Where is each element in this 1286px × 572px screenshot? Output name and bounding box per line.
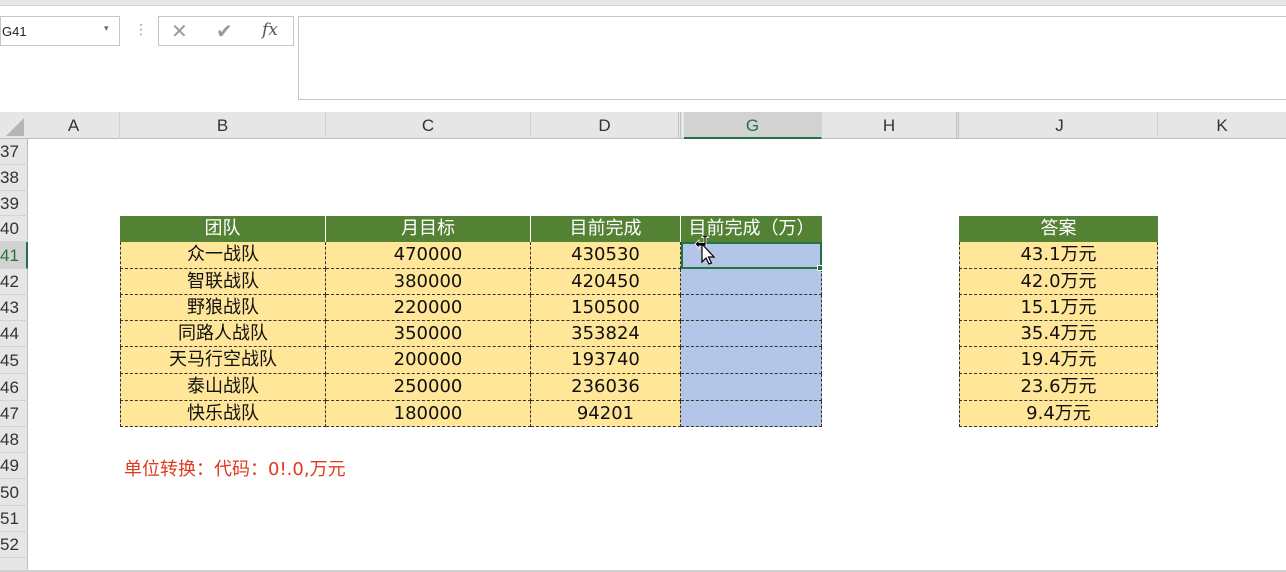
dropdown-icon[interactable]: ▾ <box>104 24 109 34</box>
table-header-done[interactable]: 目前完成 <box>531 216 681 242</box>
unit-conversion-note[interactable]: 单位转换：代码：0!.0,万元 <box>124 455 346 481</box>
row-header-51[interactable]: 51 <box>0 506 28 532</box>
row-header-42[interactable]: 42 <box>0 269 28 295</box>
column-header-k[interactable]: K <box>1158 112 1286 139</box>
row-header-47[interactable]: 47 <box>0 401 28 427</box>
cell-done[interactable]: 430530 <box>531 242 681 269</box>
cell-team[interactable]: 野狼战队 <box>120 295 326 321</box>
cell-done[interactable]: 236036 <box>531 374 681 401</box>
column-header-a[interactable]: A <box>28 112 120 139</box>
column-header-b[interactable]: B <box>120 112 326 139</box>
formula-bar-resize-handle[interactable]: ⋮ <box>134 22 148 38</box>
column-header-c[interactable]: C <box>326 112 531 139</box>
name-box-value: G41 <box>2 24 27 39</box>
row-header-38[interactable]: 38 <box>0 165 28 191</box>
row-header-52[interactable]: 52 <box>0 532 28 558</box>
cell-team[interactable]: 泰山战队 <box>120 374 326 401</box>
answer-cell[interactable]: 15.1万元 <box>959 295 1158 321</box>
cell-done-wan[interactable] <box>681 347 822 374</box>
answer-cell[interactable]: 9.4万元 <box>959 401 1158 427</box>
column-header-g[interactable]: G <box>684 112 822 139</box>
cell-done[interactable]: 150500 <box>531 295 681 321</box>
cell-done-wan[interactable] <box>681 295 822 321</box>
cell-done-wan[interactable] <box>681 269 822 295</box>
cell-team[interactable]: 快乐战队 <box>120 401 326 427</box>
cell-target[interactable]: 350000 <box>326 321 531 347</box>
row-header-44[interactable]: 44 <box>0 321 28 347</box>
cell-done[interactable]: 193740 <box>531 347 681 374</box>
cell-done[interactable]: 420450 <box>531 269 681 295</box>
cell-done-wan[interactable] <box>681 401 822 427</box>
cell-target[interactable]: 180000 <box>326 401 531 427</box>
cell-done[interactable]: 94201 <box>531 401 681 427</box>
row-header-37[interactable]: 37 <box>0 139 28 165</box>
table-header-target[interactable]: 月目标 <box>326 216 531 242</box>
row-header-50[interactable]: 50 <box>0 479 28 506</box>
table-header-team[interactable]: 团队 <box>120 216 326 242</box>
answer-cell[interactable]: 19.4万元 <box>959 347 1158 374</box>
row-header-45[interactable]: 45 <box>0 347 28 374</box>
confirm-icon[interactable]: ✔ <box>216 19 233 43</box>
formula-input[interactable] <box>298 16 1286 100</box>
mouse-cursor-icon <box>694 236 716 265</box>
row-header-46[interactable]: 46 <box>0 374 28 401</box>
cell-team[interactable]: 众一战队 <box>120 242 326 269</box>
answer-cell[interactable]: 23.6万元 <box>959 374 1158 401</box>
column-header-j[interactable]: J <box>962 112 1158 139</box>
cell-done-wan[interactable] <box>681 374 822 401</box>
cell-target[interactable]: 470000 <box>326 242 531 269</box>
function-icon[interactable]: fx <box>262 20 278 40</box>
fill-handle[interactable] <box>817 265 823 271</box>
cell-done[interactable]: 353824 <box>531 321 681 347</box>
ribbon-strip <box>0 0 1286 6</box>
answer-cell[interactable]: 42.0万元 <box>959 269 1158 295</box>
answer-header[interactable]: 答案 <box>959 216 1158 242</box>
column-header-d[interactable]: D <box>531 112 681 139</box>
answer-cell[interactable]: 35.4万元 <box>959 321 1158 347</box>
cell-team[interactable]: 同路人战队 <box>120 321 326 347</box>
select-all-icon <box>6 118 24 136</box>
column-header-h[interactable]: H <box>822 112 959 139</box>
row-header-39[interactable]: 39 <box>0 191 28 216</box>
row-header-41[interactable]: 41 <box>0 242 28 269</box>
row-header-40[interactable]: 40 <box>0 216 28 242</box>
row-header-48[interactable]: 48 <box>0 427 28 453</box>
cell-target[interactable]: 200000 <box>326 347 531 374</box>
row-header-43[interactable]: 43 <box>0 295 28 321</box>
cancel-icon[interactable]: ✕ <box>171 19 188 43</box>
cell-team[interactable]: 智联战队 <box>120 269 326 295</box>
row-header-49[interactable]: 49 <box>0 453 28 479</box>
cell-team[interactable]: 天马行空战队 <box>120 347 326 374</box>
answer-cell[interactable]: 43.1万元 <box>959 242 1158 269</box>
cell-target[interactable]: 250000 <box>326 374 531 401</box>
cell-done-wan[interactable] <box>681 321 822 347</box>
cell-target[interactable]: 380000 <box>326 269 531 295</box>
cell-target[interactable]: 220000 <box>326 295 531 321</box>
